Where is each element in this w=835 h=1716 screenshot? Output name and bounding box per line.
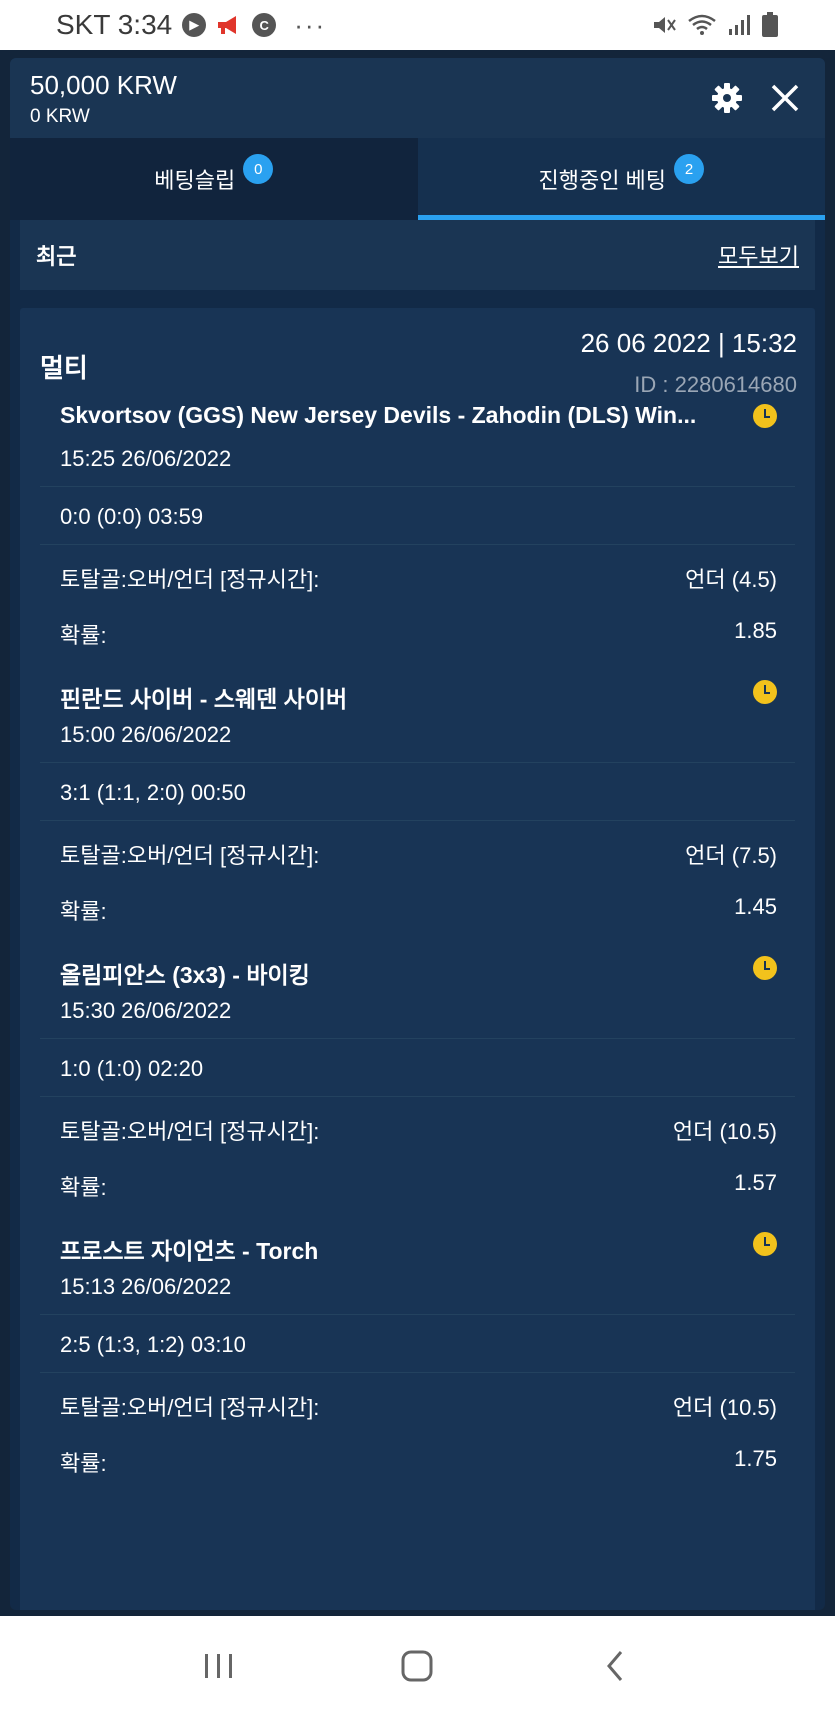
c-app-icon: C xyxy=(252,13,277,37)
tab-betslip[interactable]: 베팅슬립 0 xyxy=(10,138,418,220)
signal-icon xyxy=(727,13,751,37)
recent-bar: 최근 모두보기 xyxy=(20,220,815,290)
divider xyxy=(40,1314,795,1315)
selection-score: 2:5 (1:3, 1:2) 03:10 xyxy=(60,1332,246,1357)
clock-icon xyxy=(753,404,777,428)
recent-apps-button[interactable] xyxy=(189,1636,249,1696)
settings-button[interactable] xyxy=(709,80,745,116)
divider xyxy=(40,820,795,821)
recent-label: 최근 xyxy=(36,244,77,269)
selection-pick: 언더 (4.5) xyxy=(685,567,777,592)
close-button[interactable] xyxy=(765,78,805,118)
home-icon xyxy=(401,1650,433,1682)
tab-open-bets-label: 진행중인 베팅 xyxy=(538,168,667,193)
carrier-time: SKT 3:34 xyxy=(56,9,173,40)
megaphone-icon xyxy=(216,13,242,37)
status-left: SKT 3:34 ▶ C ··· xyxy=(56,9,326,41)
selection-match: 올림피안스 (3x3) - 바이킹 xyxy=(60,962,310,988)
status-bar: SKT 3:34 ▶ C ··· xyxy=(0,0,835,50)
tab-betslip-count-badge: 0 xyxy=(243,154,274,184)
betslip-panel: 50,000 KRW 0 KRW 베팅슬립 0 진행중인 베팅 2 최근 모두보… xyxy=(10,58,825,1610)
tab-betslip-label: 베팅슬립 xyxy=(154,168,236,193)
status-right xyxy=(651,12,779,38)
clock-icon xyxy=(753,680,777,704)
wifi-icon xyxy=(687,13,717,37)
divider xyxy=(40,544,795,545)
clock-icon xyxy=(753,1232,777,1256)
divider xyxy=(40,1096,795,1097)
selection-pick: 언더 (10.5) xyxy=(672,1119,777,1144)
tab-open-bets[interactable]: 진행중인 베팅 2 xyxy=(417,138,825,220)
selection-time: 15:30 26/06/2022 xyxy=(60,998,232,1023)
selection-market: 토탈골:오버/언더 [정규시간]: xyxy=(60,843,320,868)
selection-odds-label: 확률: xyxy=(60,623,107,648)
more-notifications-icon: ··· xyxy=(294,9,327,40)
selection-score: 0:0 (0:0) 03:59 xyxy=(60,504,204,529)
selection-odds-label: 확률: xyxy=(60,1451,107,1476)
back-icon xyxy=(606,1651,622,1681)
selection-pick: 언더 (10.5) xyxy=(672,1395,777,1420)
divider xyxy=(40,1038,795,1039)
view-all-link[interactable]: 모두보기 xyxy=(718,239,799,271)
selection-match: 핀란드 사이버 - 스웨덴 사이버 xyxy=(60,686,348,712)
mute-icon xyxy=(651,13,677,37)
home-button[interactable] xyxy=(387,1636,447,1696)
clock-icon xyxy=(753,956,777,980)
selection-time: 15:00 26/06/2022 xyxy=(60,722,232,747)
selection-odds-label: 확률: xyxy=(60,1175,107,1200)
selection-time: 15:13 26/06/2022 xyxy=(60,1274,232,1299)
divider xyxy=(40,486,795,487)
battery-icon xyxy=(761,12,779,38)
bonus-balance: 0 KRW xyxy=(30,106,90,127)
selection-match: Skvortsov (GGS) New Jersey Devils - Zaho… xyxy=(60,402,697,428)
selection-score: 3:1 (1:1, 2:0) 00:50 xyxy=(60,780,246,805)
selection-market: 토탈골:오버/언더 [정규시간]: xyxy=(60,567,320,592)
selection-odds-label: 확률: xyxy=(60,899,107,924)
selection-score: 1:0 (1:0) 02:20 xyxy=(60,1056,204,1081)
gear-icon xyxy=(712,83,742,113)
back-button[interactable] xyxy=(586,1636,646,1696)
balance: 50,000 KRW xyxy=(30,70,177,100)
media-play-icon: ▶ xyxy=(182,13,207,37)
selection-time: 15:25 26/06/2022 xyxy=(60,446,232,471)
bet-type: 멀티 xyxy=(40,353,88,383)
selection-market: 토탈골:오버/언더 [정규시간]: xyxy=(60,1119,320,1144)
bet-id: ID : 2280614680 xyxy=(634,372,797,397)
selection-market: 토탈골:오버/언더 [정규시간]: xyxy=(60,1395,320,1420)
tab-open-bets-count-badge: 2 xyxy=(674,154,705,184)
divider xyxy=(40,762,795,763)
selection-odds: 1.75 xyxy=(734,1446,777,1471)
bet-card: 멀티 26 06 2022 | 15:32 ID : 2280614680 Sk… xyxy=(20,308,815,1610)
system-nav-bar xyxy=(0,1616,835,1716)
selection-odds: 1.45 xyxy=(734,894,777,919)
selection-match: 프로스트 자이언츠 - Torch xyxy=(60,1238,319,1264)
divider xyxy=(40,1372,795,1373)
panel-header: 50,000 KRW 0 KRW xyxy=(10,58,825,138)
selection-pick: 언더 (7.5) xyxy=(685,843,777,868)
close-icon xyxy=(771,84,799,112)
recent-apps-icon xyxy=(205,1654,233,1678)
selection-odds: 1.57 xyxy=(734,1170,777,1195)
tab-bar: 베팅슬립 0 진행중인 베팅 2 xyxy=(10,138,825,220)
selection-odds: 1.85 xyxy=(734,618,777,643)
bet-datetime: 26 06 2022 | 15:32 xyxy=(580,328,797,358)
